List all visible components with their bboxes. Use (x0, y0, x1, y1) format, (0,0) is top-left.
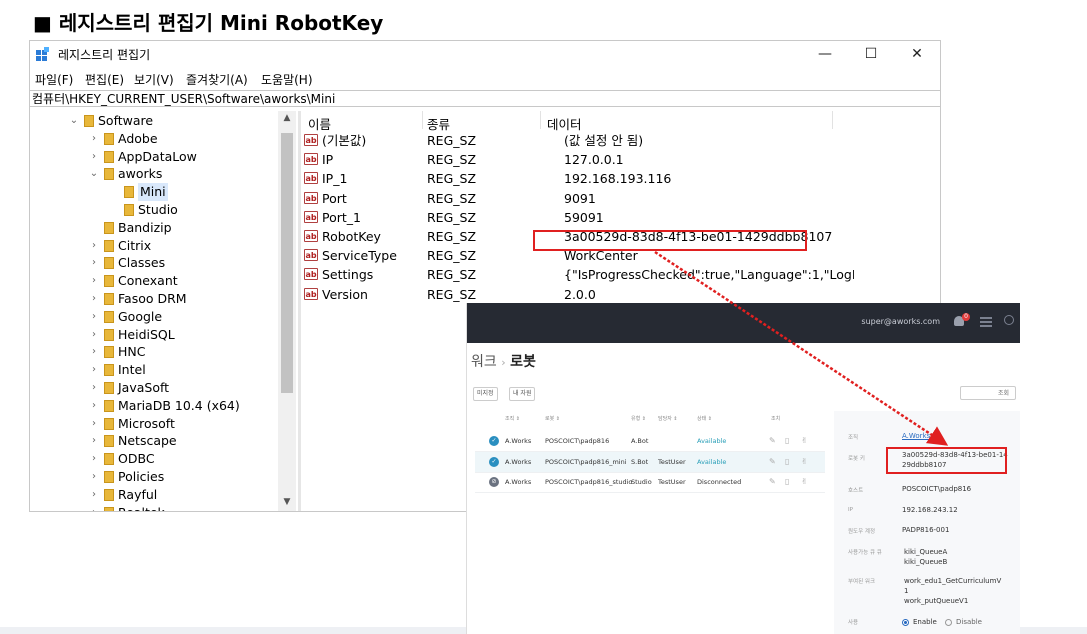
dotted-red-arrow (654, 250, 949, 446)
connector-arrow (654, 250, 949, 446)
